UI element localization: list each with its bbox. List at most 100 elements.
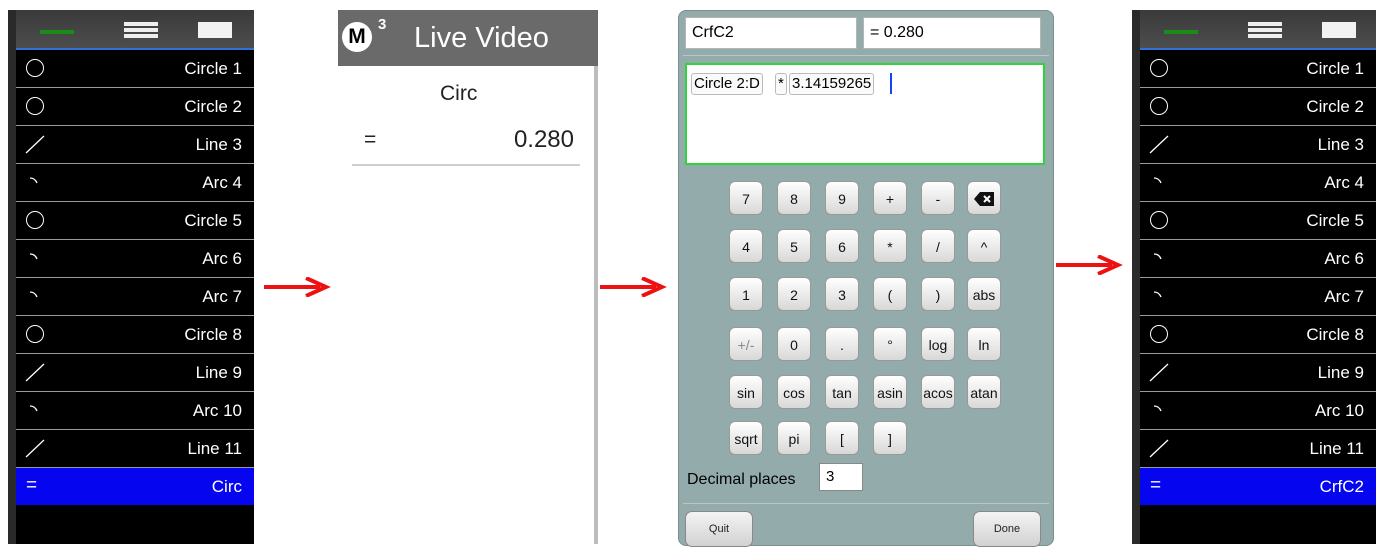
feature-row[interactable]: Line 3 <box>1140 126 1376 164</box>
live-video-header: M 3 Live Video <box>338 10 598 66</box>
key-+/-[interactable]: +/- <box>729 327 763 361</box>
key-ln[interactable]: ln <box>967 327 1001 361</box>
feature-row[interactable]: Circle 8 <box>1140 316 1376 354</box>
panel-edge <box>594 66 598 544</box>
minimize-bar-icon[interactable] <box>1164 30 1198 34</box>
feature-list: Circle 1 Circle 2 Line 3 Arc 4 Circle 5 Arc 6… <box>16 10 254 544</box>
result-field: = 0.280 <box>863 17 1041 49</box>
feature-row[interactable]: Arc 10 <box>1140 392 1376 430</box>
key-2[interactable]: 2 <box>777 277 811 311</box>
selected-row-label: Circ <box>211 477 242 496</box>
key-pi[interactable]: pi <box>777 421 811 455</box>
menu-lines-icon[interactable] <box>124 22 158 38</box>
calculator-panel: CrfC2 = 0.280 Circle 2:D * 3.14159265 78… <box>678 10 1054 547</box>
right-arrow-icon <box>264 277 331 297</box>
key-1[interactable]: 1 <box>729 277 763 311</box>
expression-token-number[interactable]: 3.14159265 <box>789 73 875 95</box>
equals-icon: = <box>1150 475 1162 496</box>
key-tan[interactable]: tan <box>825 375 859 409</box>
feature-row[interactable]: Line 3 <box>16 126 254 164</box>
feature-row-label: Arc 10 <box>1314 401 1364 420</box>
key-+[interactable]: + <box>873 181 907 215</box>
key-7[interactable]: 7 <box>729 181 763 215</box>
arc-icon <box>24 285 46 307</box>
feature-row[interactable]: Circle 5 <box>16 202 254 240</box>
key-4[interactable]: 4 <box>729 229 763 263</box>
feature-row[interactable]: Line 9 <box>16 354 254 392</box>
key-°[interactable]: ° <box>873 327 907 361</box>
feature-row[interactable]: Arc 6 <box>16 240 254 278</box>
key-3[interactable]: 3 <box>825 277 859 311</box>
key--[interactable]: - <box>921 181 955 215</box>
key-5[interactable]: 5 <box>777 229 811 263</box>
key-.[interactable]: . <box>825 327 859 361</box>
feature-row[interactable]: Arc 10 <box>16 392 254 430</box>
feature-row-label: Circle 5 <box>184 211 242 230</box>
feature-row[interactable]: Circle 1 <box>1140 50 1376 88</box>
m3-logo: M <box>342 22 372 52</box>
key-log[interactable]: log <box>921 327 955 361</box>
arc-icon <box>1148 247 1170 269</box>
feature-list: Circle 1 Circle 2 Line 3 Arc 4 Circle 5 Arc 6… <box>1140 10 1376 544</box>
feature-row-label: Arc 4 <box>202 173 242 192</box>
feature-name-input[interactable]: CrfC2 <box>685 17 857 49</box>
expression-token-feature[interactable]: Circle 2:D <box>691 73 763 95</box>
feature-list-panel-after: Circle 1 Circle 2 Line 3 Arc 4 Circle 5 Arc 6… <box>1132 10 1376 544</box>
key-*[interactable]: * <box>873 229 907 263</box>
expression-editor[interactable]: Circle 2:D * 3.14159265 <box>685 63 1045 165</box>
key-[[interactable]: [ <box>825 421 859 455</box>
key-8[interactable]: 8 <box>777 181 811 215</box>
feature-row[interactable]: Circle 8 <box>16 316 254 354</box>
line-icon <box>1148 133 1170 155</box>
key-sin[interactable]: sin <box>729 375 763 409</box>
feature-row-selected[interactable]: = Circ <box>16 468 254 505</box>
feature-row[interactable]: Circle 2 <box>1140 88 1376 126</box>
key-asin[interactable]: asin <box>873 375 907 409</box>
key-^[interactable]: ^ <box>967 229 1001 263</box>
line-icon <box>24 437 46 459</box>
key-/[interactable]: / <box>921 229 955 263</box>
circle-icon <box>1148 209 1170 231</box>
feature-row-label: Circle 5 <box>1306 211 1364 230</box>
menu-lines-icon[interactable] <box>1248 22 1282 38</box>
feature-row[interactable]: Arc 6 <box>1140 240 1376 278</box>
feature-row[interactable]: Line 11 <box>1140 430 1376 468</box>
line-icon <box>24 133 46 155</box>
key-][interactable]: ] <box>873 421 907 455</box>
key-sqrt[interactable]: sqrt <box>729 421 763 455</box>
decimal-places-input[interactable]: 3 <box>819 463 863 491</box>
quit-button[interactable]: Quit <box>685 511 753 547</box>
feature-row[interactable]: Arc 4 <box>1140 164 1376 202</box>
key-atan[interactable]: atan <box>967 375 1001 409</box>
feature-row[interactable]: Arc 7 <box>1140 278 1376 316</box>
window-rect-icon[interactable] <box>198 22 232 38</box>
feature-row[interactable]: Circle 2 <box>16 88 254 126</box>
feature-row-label: Line 9 <box>1317 363 1364 382</box>
right-arrow-icon <box>1056 255 1123 275</box>
key-acos[interactable]: acos <box>921 375 955 409</box>
feature-row[interactable]: Arc 4 <box>16 164 254 202</box>
expression-token-operator[interactable]: * <box>775 73 787 95</box>
window-rect-icon[interactable] <box>1322 22 1356 38</box>
done-button[interactable]: Done <box>973 511 1041 547</box>
feature-row-label: Arc 7 <box>1324 287 1364 306</box>
minimize-bar-icon[interactable] <box>40 30 74 34</box>
arc-icon <box>24 247 46 269</box>
feature-row[interactable]: Line 11 <box>16 430 254 468</box>
key-([interactable]: ( <box>873 277 907 311</box>
key-6[interactable]: 6 <box>825 229 859 263</box>
key-cos[interactable]: cos <box>777 375 811 409</box>
feature-row-label: Line 11 <box>187 439 242 458</box>
text-cursor <box>890 73 892 94</box>
key-abs[interactable]: abs <box>967 277 1001 311</box>
key-)[interactable]: ) <box>921 277 955 311</box>
feature-row[interactable]: Circle 1 <box>16 50 254 88</box>
feature-row[interactable]: Line 9 <box>1140 354 1376 392</box>
key-9[interactable]: 9 <box>825 181 859 215</box>
feature-row[interactable]: Circle 5 <box>1140 202 1376 240</box>
feature-row-selected[interactable]: = CrfC2 <box>1140 468 1376 505</box>
feature-row[interactable]: Arc 7 <box>16 278 254 316</box>
backspace-icon[interactable] <box>967 181 1001 215</box>
arc-icon <box>24 171 46 193</box>
key-0[interactable]: 0 <box>777 327 811 361</box>
